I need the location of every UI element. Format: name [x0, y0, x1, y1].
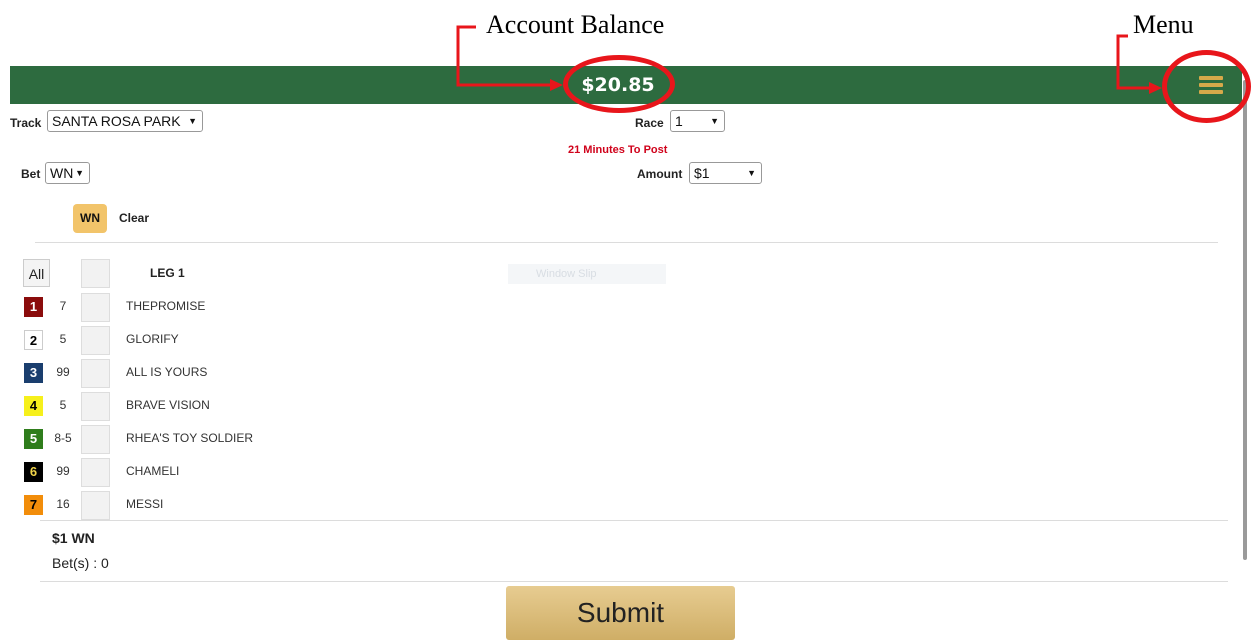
program-number-badge: 7 — [24, 495, 43, 515]
bet-type-value: WN — [50, 165, 74, 181]
horse-name: THEPROMISE — [126, 299, 206, 313]
account-balance: $20.85 — [581, 74, 655, 96]
program-number-badge: 6 — [24, 462, 43, 482]
horse-name: GLORIFY — [126, 332, 179, 346]
morning-line-odds: 5 — [59, 332, 67, 346]
account-balance-annotation: Account Balance — [486, 10, 665, 39]
amount-label: Amount — [637, 167, 683, 181]
submit-button[interactable]: Submit — [506, 586, 735, 640]
runner-select-checkbox[interactable] — [81, 458, 110, 487]
bet-label: Bet — [21, 167, 41, 181]
horse-name: BRAVE VISION — [126, 398, 210, 412]
hamburger-menu-icon[interactable] — [1199, 76, 1223, 95]
menu-annotation: Menu — [1133, 10, 1194, 39]
track-label: Track — [10, 116, 42, 130]
race-select[interactable]: 1 ▼ — [670, 110, 725, 132]
runner-select-checkbox[interactable] — [81, 359, 110, 388]
post-time-notice: 21 Minutes To Post — [568, 144, 668, 156]
runner-select-checkbox[interactable] — [81, 392, 110, 421]
runner-select-checkbox[interactable] — [81, 293, 110, 322]
all-checkbox[interactable] — [81, 259, 110, 288]
clear-button[interactable]: Clear — [119, 211, 149, 225]
bet-summary-amount: $1 WN — [52, 530, 95, 546]
morning-line-odds: 99 — [56, 464, 70, 478]
morning-line-odds: 8-5 — [54, 431, 72, 445]
program-number-badge: 1 — [24, 297, 43, 317]
select-all-button[interactable]: All — [23, 259, 50, 287]
amount-select[interactable]: $1 ▼ — [689, 162, 762, 184]
runner-select-checkbox[interactable] — [81, 425, 110, 454]
horse-name: ALL IS YOURS — [126, 365, 208, 379]
runner-select-checkbox[interactable] — [81, 326, 110, 355]
chevron-down-icon: ▼ — [747, 168, 756, 178]
race-select-value: 1 — [675, 113, 683, 129]
program-number-badge: 4 — [24, 396, 43, 416]
amount-select-value: $1 — [694, 165, 710, 181]
bet-count: Bet(s) : 0 — [52, 555, 109, 571]
runner-select-checkbox[interactable] — [81, 491, 110, 520]
track-select[interactable]: SANTA ROSA PARK ▼ — [47, 110, 203, 132]
morning-line-odds: 99 — [56, 365, 70, 379]
program-number-badge: 3 — [24, 363, 43, 383]
wn-bet-chip[interactable]: WN — [73, 204, 107, 233]
morning-line-odds: 5 — [59, 398, 67, 412]
morning-line-odds: 16 — [56, 497, 70, 511]
chevron-down-icon: ▼ — [710, 116, 719, 126]
race-label: Race — [635, 116, 664, 130]
program-number-badge: 2 — [24, 330, 43, 350]
horse-name: RHEA'S TOY SOLDIER — [126, 431, 254, 445]
divider — [40, 520, 1228, 521]
morning-line-odds: 7 — [59, 299, 67, 313]
horse-name: CHAMELI — [126, 464, 180, 478]
divider — [40, 581, 1228, 582]
divider — [35, 242, 1218, 243]
bet-type-select[interactable]: WN ▼ — [45, 162, 90, 184]
horse-name: MESSI — [126, 497, 164, 511]
chevron-down-icon: ▼ — [75, 168, 84, 178]
program-number-badge: 5 — [24, 429, 43, 449]
leg-label: LEG 1 — [150, 266, 185, 280]
window-slip-button[interactable]: Window Slip — [508, 264, 666, 284]
page-scrollbar[interactable] — [1243, 80, 1247, 560]
track-select-value: SANTA ROSA PARK — [52, 113, 181, 129]
chevron-down-icon: ▼ — [188, 116, 197, 126]
